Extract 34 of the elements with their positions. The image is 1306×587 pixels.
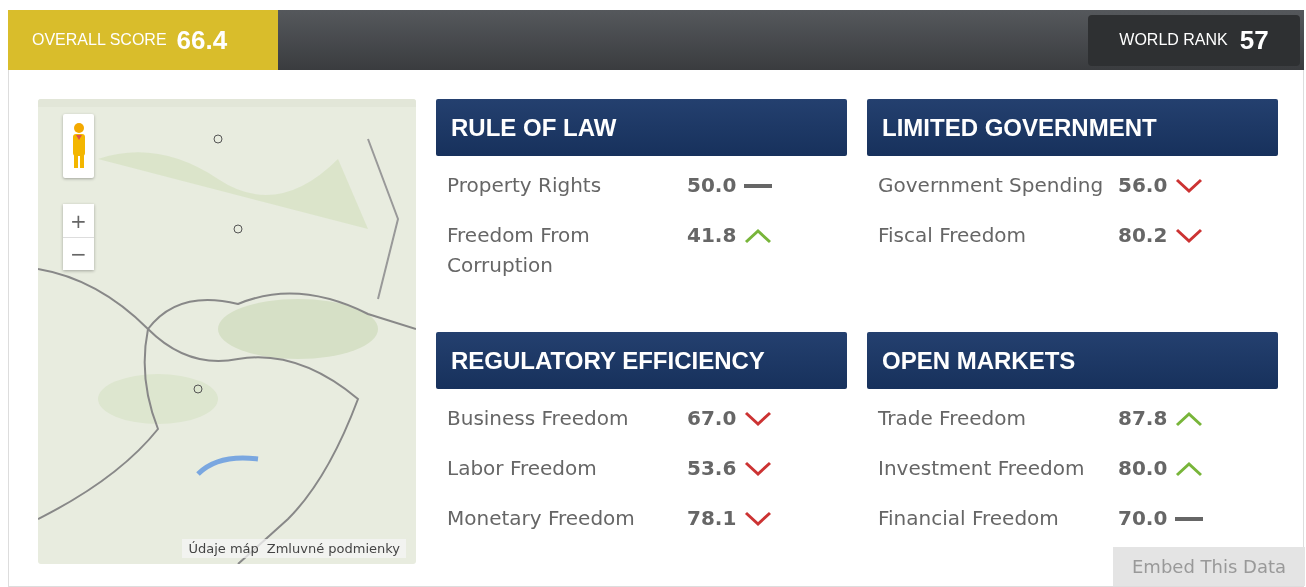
attribution-link[interactable]: Zmluvné podmienky: [266, 541, 400, 556]
indicator-score: 56.0: [1118, 172, 1168, 199]
indicator-name: Labor Freedom: [447, 455, 598, 482]
indicator-score: 78.1: [687, 505, 737, 532]
indicator-name: Fiscal Freedom: [878, 222, 1028, 249]
indicator-score: 67.0: [687, 405, 737, 432]
indicator-name: Investment Freedom: [878, 455, 1086, 482]
indicator-name: Freedom From Corruption: [447, 222, 591, 279]
overall-score-value: 66.4: [176, 24, 228, 56]
zoom-in-button[interactable]: +: [63, 204, 94, 237]
pegman-icon: [70, 122, 87, 170]
indicator-score: 50.0: [687, 172, 737, 199]
indicator-name: Property Rights: [447, 172, 603, 199]
indicator-score: 80.0: [1118, 455, 1168, 482]
category-header: REGULATORY EFFICIENCY: [436, 332, 847, 389]
attribution-link[interactable]: Údaje máp: [188, 541, 259, 556]
overall-score-label: OVERALL SCORE: [32, 31, 167, 49]
indicator-name: Business Freedom: [447, 405, 630, 432]
indicator-score: 53.6: [687, 455, 737, 482]
indicator-score: 70.0: [1118, 505, 1168, 532]
indicator-score: 41.8: [687, 222, 737, 249]
indicator-name: Government Spending: [878, 172, 1105, 199]
indicator-score: 87.8: [1118, 405, 1168, 432]
world-rank-value: 57: [1239, 24, 1269, 56]
category-header: RULE OF LAW: [436, 99, 847, 156]
indicator-name: Monetary Freedom: [447, 505, 636, 532]
indicator-name: Financial Freedom: [878, 505, 1060, 532]
zoom-out-button[interactable]: −: [63, 237, 94, 270]
category-header: OPEN MARKETS: [867, 332, 1278, 389]
indicator-name: Trade Freedom: [878, 405, 1027, 432]
category-header: LIMITED GOVERNMENT: [867, 99, 1278, 156]
indicator-score: 80.2: [1118, 222, 1168, 249]
world-rank-label: WORLD RANK: [1119, 31, 1228, 49]
street-view-button[interactable]: [63, 114, 94, 178]
